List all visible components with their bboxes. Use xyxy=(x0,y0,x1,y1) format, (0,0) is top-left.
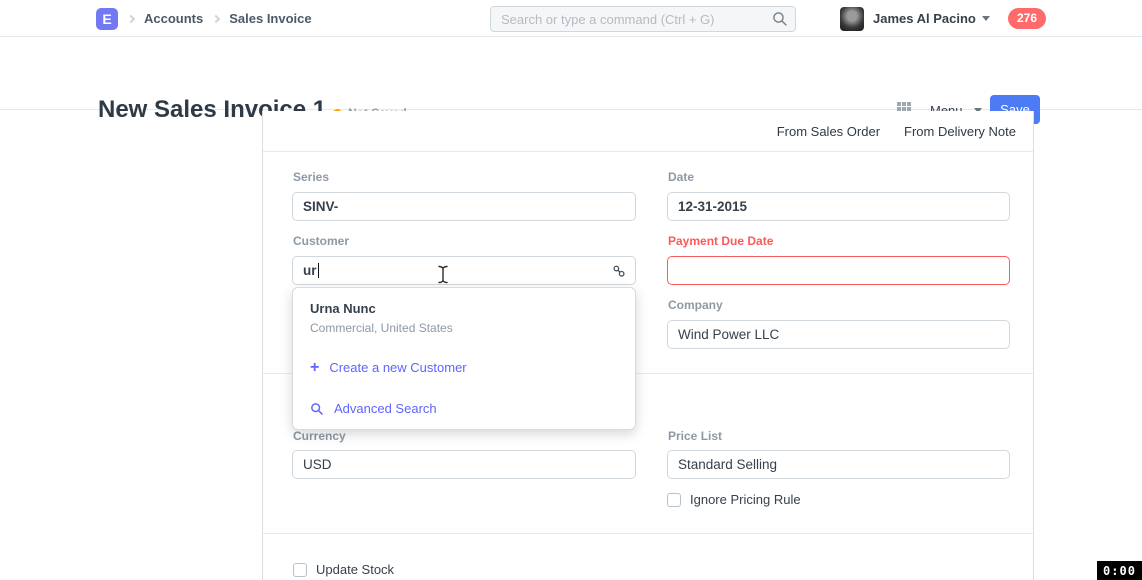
link-icon xyxy=(612,264,626,278)
sales-invoice-page: E Accounts Sales Invoice James Al Pacino… xyxy=(0,0,1142,580)
customer-autocomplete-dropdown: Urna Nunc Commercial, United States + Cr… xyxy=(292,287,636,430)
price-list-input[interactable] xyxy=(667,450,1010,479)
customer-suggestion-subtitle: Commercial, United States xyxy=(310,321,618,335)
notifications-badge[interactable]: 276 xyxy=(1008,8,1046,29)
chevron-right-icon xyxy=(212,14,220,22)
chevron-right-icon xyxy=(127,14,135,22)
currency-label: Currency xyxy=(293,429,346,443)
search-icon xyxy=(310,402,324,416)
plus-icon: + xyxy=(310,361,319,374)
app-logo[interactable]: E xyxy=(96,8,118,30)
customer-input-value: ur xyxy=(303,263,317,278)
series-input[interactable] xyxy=(292,192,636,221)
checkbox-icon xyxy=(667,493,681,507)
create-new-customer-label: Create a new Customer xyxy=(329,360,466,375)
from-delivery-note-button[interactable]: From Delivery Note xyxy=(904,124,1016,139)
company-label: Company xyxy=(668,298,723,312)
advanced-search-button[interactable]: Advanced Search xyxy=(310,401,437,416)
customer-suggestion-title: Urna Nunc xyxy=(310,301,618,316)
create-new-customer-button[interactable]: + Create a new Customer xyxy=(310,360,467,375)
currency-input[interactable] xyxy=(292,450,636,479)
date-label: Date xyxy=(668,170,694,184)
invoice-form: From Sales Order From Delivery Note Seri… xyxy=(262,111,1034,580)
breadcrumb-sales-invoice[interactable]: Sales Invoice xyxy=(229,11,311,26)
ignore-pricing-rule-label: Ignore Pricing Rule xyxy=(690,492,801,507)
search-icon xyxy=(772,11,788,27)
company-input[interactable] xyxy=(667,320,1010,349)
global-search xyxy=(490,6,796,32)
update-stock-label: Update Stock xyxy=(316,562,394,577)
form-top-links: From Sales Order From Delivery Note xyxy=(263,111,1033,152)
price-list-label: Price List xyxy=(668,429,722,443)
checkbox-icon xyxy=(293,563,307,577)
payment-due-date-input[interactable] xyxy=(667,256,1010,285)
search-input[interactable] xyxy=(490,6,796,32)
advanced-search-label: Advanced Search xyxy=(334,401,437,416)
customer-suggestion[interactable]: Urna Nunc Commercial, United States xyxy=(310,301,618,335)
page-header: New Sales Invoice 1 Not Saved Menu Save xyxy=(0,38,1142,110)
recording-timer: 0:00 xyxy=(1097,561,1142,580)
ignore-pricing-rule-checkbox[interactable]: Ignore Pricing Rule xyxy=(667,492,801,507)
breadcrumb-accounts[interactable]: Accounts xyxy=(144,11,203,26)
payment-due-date-label: Payment Due Date xyxy=(668,234,773,248)
breadcrumb: E Accounts Sales Invoice xyxy=(96,0,312,37)
top-navbar: E Accounts Sales Invoice James Al Pacino… xyxy=(0,0,1142,37)
user-menu[interactable]: James Al Pacino xyxy=(840,0,990,37)
chevron-down-icon xyxy=(982,16,990,21)
from-sales-order-button[interactable]: From Sales Order xyxy=(777,124,880,139)
update-stock-checkbox[interactable]: Update Stock xyxy=(293,562,394,577)
user-name: James Al Pacino xyxy=(873,11,976,26)
section-divider xyxy=(263,533,1033,534)
text-caret xyxy=(318,263,319,278)
series-label: Series xyxy=(293,170,329,184)
ibeam-cursor-icon xyxy=(437,265,449,284)
customer-input[interactable]: ur xyxy=(292,256,636,285)
user-avatar xyxy=(840,7,864,31)
date-input[interactable] xyxy=(667,192,1010,221)
customer-label: Customer xyxy=(293,234,349,248)
